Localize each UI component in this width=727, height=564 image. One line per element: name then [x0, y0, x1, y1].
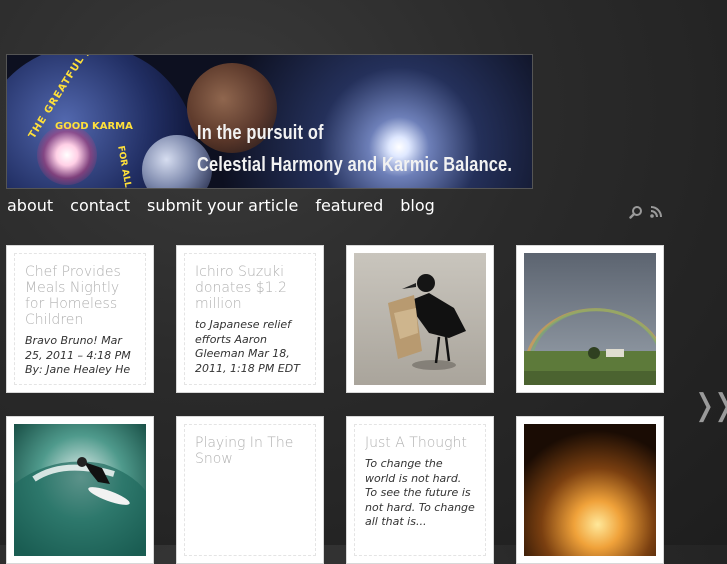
site-banner[interactable]: THE GREATFUL JUDGE GOOD KARMA FOR ALL In…: [6, 54, 533, 189]
nav-about[interactable]: about: [7, 196, 53, 215]
nav-featured[interactable]: featured: [315, 196, 383, 215]
post-card-body: Just A Thought To change the world is no…: [354, 424, 486, 556]
post-title[interactable]: Playing In The Snow: [195, 435, 305, 467]
search-icon[interactable]: [629, 204, 643, 219]
surfer-photo[interactable]: [14, 424, 146, 556]
post-card[interactable]: Playing In The Snow: [176, 416, 324, 564]
post-excerpt: To change the world is not hard. To see …: [365, 457, 475, 528]
next-page-arrow[interactable]: ❭❭: [692, 388, 727, 423]
main-nav: about contact submit your article featur…: [7, 196, 452, 215]
nav-blog[interactable]: blog: [400, 196, 435, 215]
post-card-body: Ichiro Suzuki donates $1.2 million to Ja…: [184, 253, 316, 385]
banner-tagline: In the pursuit of Celestial Harmony and …: [197, 117, 512, 181]
rainbow-photo[interactable]: [524, 253, 656, 385]
photo-card[interactable]: [516, 245, 664, 393]
glow-photo[interactable]: [524, 424, 656, 556]
banner-star-glow: [37, 125, 97, 185]
post-title[interactable]: Chef Provides Meals Nightly for Homeless…: [25, 264, 135, 328]
logo-good-karma: GOOD KARMA: [55, 121, 133, 132]
nav-submit-article[interactable]: submit your article: [147, 196, 298, 215]
post-card[interactable]: Just A Thought To change the world is no…: [346, 416, 494, 564]
post-title[interactable]: Ichiro Suzuki donates $1.2 million: [195, 264, 305, 312]
post-title[interactable]: Just A Thought: [365, 435, 475, 451]
photo-card[interactable]: [346, 245, 494, 393]
post-card-body: Playing In The Snow: [184, 424, 316, 556]
photo-card[interactable]: [516, 416, 664, 564]
photo-card[interactable]: [6, 416, 154, 564]
tagline-line-1: In the pursuit of: [197, 122, 324, 144]
crow-photo[interactable]: [354, 253, 486, 385]
rss-icon[interactable]: [649, 204, 663, 218]
nav-contact[interactable]: contact: [70, 196, 130, 215]
tagline-line-2: Celestial Harmony and Karmic Balance.: [197, 154, 513, 176]
post-card[interactable]: Ichiro Suzuki donates $1.2 million to Ja…: [176, 245, 324, 393]
post-card[interactable]: Chef Provides Meals Nightly for Homeless…: [6, 245, 154, 393]
post-excerpt: to Japanese relief efforts Aaron Gleeman…: [195, 318, 300, 375]
header-icons: [629, 204, 663, 219]
post-excerpt: Bravo Bruno! Mar 25, 2011 – 4:18 PM By: …: [25, 334, 131, 376]
post-card-body: Chef Provides Meals Nightly for Homeless…: [14, 253, 146, 385]
